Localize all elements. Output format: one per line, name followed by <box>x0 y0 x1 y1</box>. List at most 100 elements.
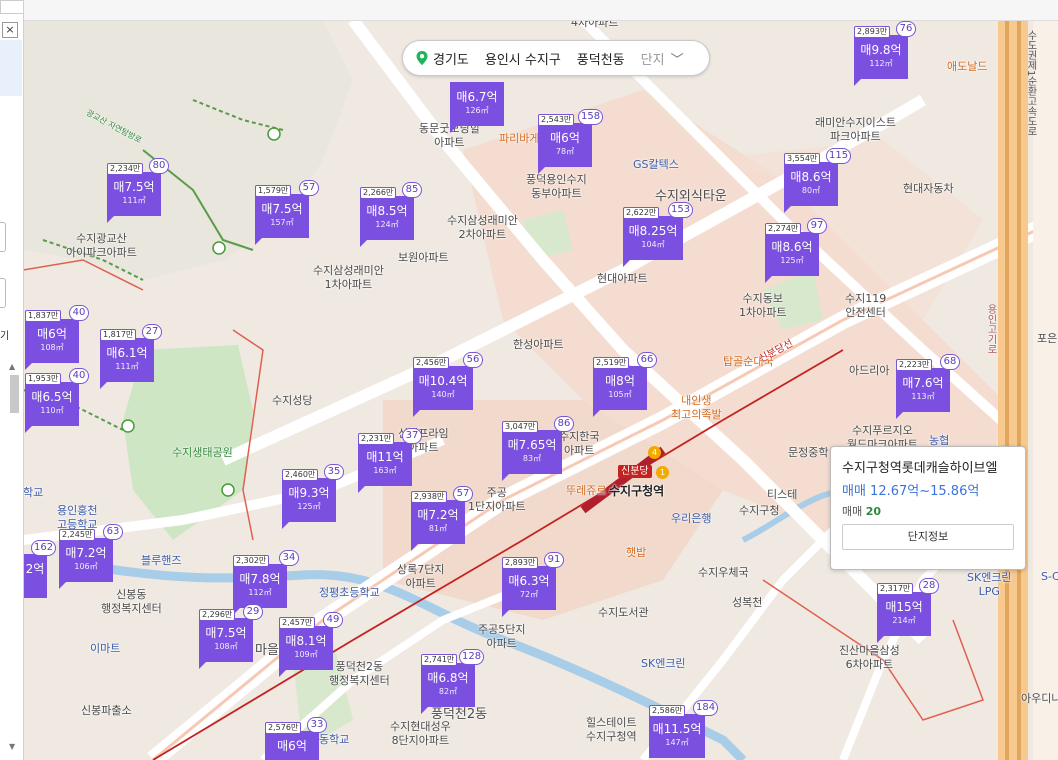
place-label[interactable]: 풍덕천2동 행정복지센터 <box>329 660 390 688</box>
price-marker[interactable]: 2,317만 28 매15억 214㎡ <box>877 578 939 643</box>
marker-body[interactable]: 매7.5억 157㎡ <box>255 194 309 238</box>
chevron-down-icon[interactable]: ﹀ <box>671 49 684 68</box>
price-marker[interactable]: 2,274만 97 매8.6억 125㎡ <box>765 218 827 283</box>
panel-tab[interactable] <box>0 0 23 14</box>
place-label[interactable]: 우리은행 <box>671 512 711 526</box>
breadcrumb-province[interactable]: 경기도 <box>433 49 469 68</box>
place-label[interactable]: 정평초등학교 <box>319 586 380 600</box>
place-label[interactable]: 수지동보 1차아파트 <box>739 292 786 320</box>
place-label[interactable]: 뚜레쥬르 <box>566 484 606 498</box>
price-marker[interactable]: 2,296만 29 매7.5억 108㎡ <box>199 604 263 669</box>
marker-body[interactable]: 매15억 214㎡ <box>877 592 931 636</box>
place-label[interactable]: 성복천 <box>732 596 762 610</box>
place-label[interactable]: 상록7단지 아파트 <box>397 563 444 591</box>
price-marker[interactable]: 2,456만 56 매10.4억 140㎡ <box>413 352 483 417</box>
marker-body[interactable]: 매7.5억 108㎡ <box>199 618 253 662</box>
place-label[interactable]: 현대아파트 <box>597 272 648 286</box>
place-label[interactable]: 수지한국 아파트 <box>559 430 599 458</box>
price-marker[interactable]: 2,893만 91 매6.3억 72㎡ <box>502 552 564 617</box>
place-label[interactable]: 수지현대성우 8단지아파트 <box>390 720 451 748</box>
place-label[interactable]: 주공5단지 아파트 <box>478 623 525 651</box>
price-marker[interactable]: 3,047만 86 매7.65억 83㎡ <box>502 416 574 481</box>
price-marker[interactable]: 2,302만 34 매7.8억 112㎡ <box>233 550 299 615</box>
place-label[interactable]: 보원아파트 <box>398 251 449 265</box>
price-marker[interactable]: 2,457만 49 매8.1억 109㎡ <box>279 612 343 677</box>
place-label[interactable]: S-C <box>1041 570 1058 584</box>
place-label[interactable]: 진산마을삼성 6차아파트 <box>839 644 900 672</box>
price-marker[interactable]: 2,938만 57 매7.2억 81㎡ <box>411 486 473 551</box>
marker-body[interactable]: 매10.4억 140㎡ <box>413 366 473 410</box>
region-breadcrumb[interactable]: 경기도 용인시 수지구 풍덕천동 단지 ﹀ <box>402 40 710 76</box>
marker-body[interactable]: 매8.6억 125㎡ <box>765 232 819 276</box>
price-marker[interactable]: 2,893만 76 매9.8억 112㎡ <box>854 21 916 86</box>
marker-body[interactable]: 매11.5억 147㎡ <box>649 714 705 758</box>
price-marker[interactable]: 2,576만 33 매6억 <box>265 717 327 760</box>
place-label[interactable]: 현대자동차 <box>903 182 954 196</box>
place-label[interactable]: 풍덕용인수지 동부아파트 <box>526 173 587 201</box>
marker-body[interactable]: 매6.1억 111㎡ <box>100 338 154 382</box>
price-marker[interactable]: 1,579만 57 매7.5억 157㎡ <box>255 180 319 245</box>
marker-body[interactable]: 매7.2억 106㎡ <box>59 538 113 582</box>
price-marker[interactable]: 2,223만 68 매7.6억 113㎡ <box>896 354 960 419</box>
price-marker[interactable]: 1,817만 27 매6.1억 111㎡ <box>100 324 162 389</box>
price-marker[interactable]: 3,554만 115 매8.6억 80㎡ <box>784 148 852 213</box>
place-label[interactable]: 문정중학 <box>788 446 828 460</box>
marker-body[interactable]: 매7.2억 81㎡ <box>411 500 465 544</box>
place-label[interactable]: 수지생태공원 <box>172 446 233 460</box>
place-label[interactable]: 수지도서관 <box>598 606 649 620</box>
subway-line-badge[interactable]: 신분당 <box>618 465 652 478</box>
place-label[interactable]: 햇밥 <box>626 546 646 560</box>
marker-body[interactable]: 매6.5억 110㎡ <box>25 382 79 426</box>
place-label[interactable]: 학교 <box>23 486 43 500</box>
place-label[interactable]: 수지구청 <box>739 504 779 518</box>
panel-control[interactable] <box>0 222 6 252</box>
marker-body[interactable]: 매7.6억 113㎡ <box>896 368 950 412</box>
place-label[interactable]: 신봉동 행정복지센터 <box>101 588 162 616</box>
marker-body[interactable]: 매9.3억 125㎡ <box>282 478 336 522</box>
station-name[interactable]: 수지구청역 <box>609 484 664 498</box>
marker-body[interactable]: 매8.1억 109㎡ <box>279 626 333 670</box>
place-label[interactable]: SK엔크린 LPG <box>967 571 1012 599</box>
map-canvas[interactable]: 4차아파트 동문굿모닝힐 아파트 파리바게 GS칼텍스 풍덕용인수지 동부아파트… <box>23 20 1058 760</box>
price-marker[interactable]: 2,519만 66 매8억 105㎡ <box>593 352 657 417</box>
place-label[interactable]: 아드리아 <box>849 364 889 378</box>
marker-body[interactable]: 매6억 78㎡ <box>538 123 592 167</box>
marker-body[interactable]: 매7.8억 112㎡ <box>233 564 287 608</box>
price-marker[interactable]: 1,837만 40 매6억 108㎡ <box>25 305 89 370</box>
place-label[interactable]: 이마트 <box>90 642 120 656</box>
place-label[interactable]: 수지광교산 아이파크아파트 <box>66 232 137 260</box>
close-icon[interactable]: × <box>2 22 18 38</box>
price-marker[interactable]: 2,266만 85 매8.5억 124㎡ <box>360 182 422 247</box>
place-label[interactable]: SK엔크린 <box>641 657 686 671</box>
marker-body[interactable]: 매9.8억 112㎡ <box>854 35 908 79</box>
breadcrumb-city[interactable]: 용인시 수지구 <box>485 49 561 68</box>
marker-body[interactable]: 매8.25억 104㎡ <box>623 216 683 260</box>
marker-body[interactable]: 매6억 <box>265 731 319 760</box>
marker-body[interactable]: 매11억 163㎡ <box>358 442 412 486</box>
place-label[interactable]: 래미안수지이스트 파크아파트 <box>815 116 896 144</box>
price-marker[interactable]: 매6.7억 126㎡ <box>450 82 504 133</box>
place-label[interactable]: 수지119 안전센터 <box>845 292 886 320</box>
place-label[interactable]: 4차아파트 <box>571 20 618 30</box>
price-marker[interactable]: 162 2억 <box>23 540 57 598</box>
panel-control[interactable] <box>0 278 6 308</box>
scrollbar-thumb[interactable] <box>10 375 19 413</box>
place-label[interactable]: 용인홍천 고등학교 <box>57 504 97 532</box>
price-marker[interactable]: 2,741만 128 매6.8억 82㎡ <box>421 649 485 714</box>
complex-info-popup[interactable]: 수지구청역롯데캐슬하이브엘 매매 12.67억~15.86억 매매 20 단지정… <box>830 446 1026 570</box>
place-label[interactable]: 포은 <box>1037 332 1057 346</box>
price-marker[interactable]: 2,245만 63 매7.2억 106㎡ <box>59 524 123 589</box>
price-marker[interactable]: 1,953만 40 매6.5억 110㎡ <box>25 368 89 433</box>
place-label[interactable]: 블루핸즈 <box>141 554 181 568</box>
place-label[interactable]: 신봉파출소 <box>81 704 132 718</box>
place-label[interactable]: 아우디나 <box>1021 692 1058 706</box>
place-label[interactable]: 마을 <box>255 644 279 658</box>
place-label[interactable]: 파리바게 <box>499 132 539 146</box>
marker-body[interactable]: 매6.8억 82㎡ <box>421 663 475 707</box>
place-label[interactable]: GS칼텍스 <box>633 158 679 172</box>
marker-body[interactable]: 매7.5억 111㎡ <box>107 172 161 216</box>
complex-info-button[interactable]: 단지정보 <box>842 524 1014 550</box>
place-label[interactable]: 애도날드 <box>947 60 987 74</box>
marker-body[interactable]: 매6.7억 126㎡ <box>450 82 504 126</box>
marker-body[interactable]: 매6억 108㎡ <box>25 319 79 363</box>
